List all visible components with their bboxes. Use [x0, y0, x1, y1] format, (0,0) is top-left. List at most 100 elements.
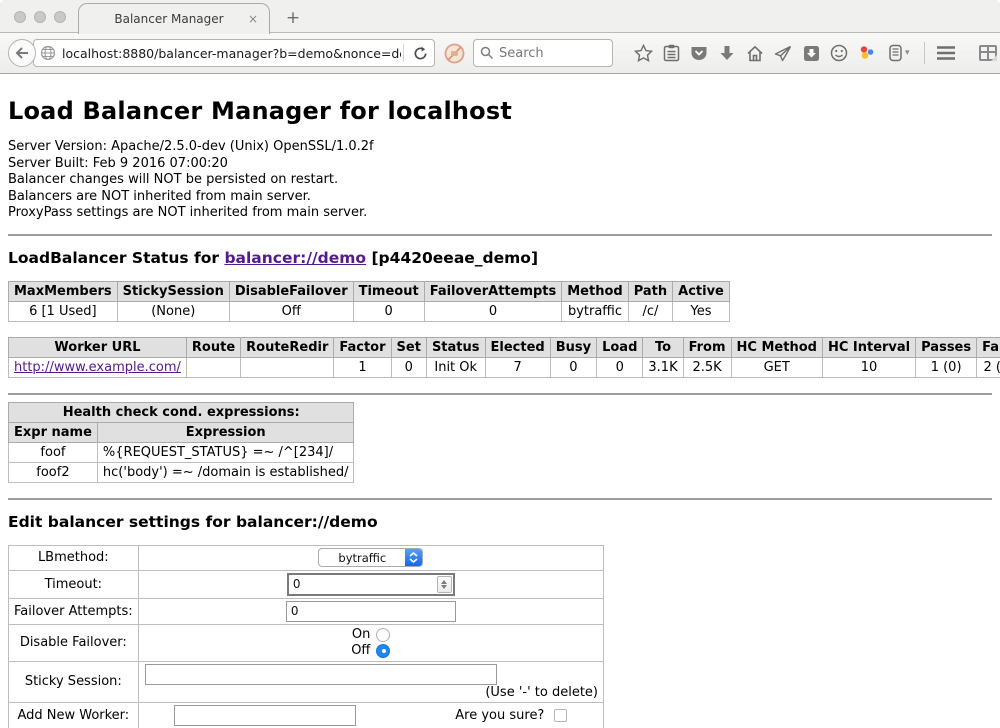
- balancer-status-table: MaxMembers StickySession DisableFailover…: [8, 281, 730, 322]
- send-plane-icon[interactable]: [769, 39, 797, 67]
- tab-title: Balancer Manager: [79, 12, 245, 26]
- table-row: foof %{REQUEST_STATUS} =~ /^[234]/: [9, 442, 354, 462]
- pocket-icon[interactable]: [685, 39, 713, 67]
- disable-failover-off-radio[interactable]: [376, 644, 390, 658]
- cell-set: 0: [391, 357, 426, 377]
- chevron-down-icon[interactable]: ▾: [905, 48, 917, 58]
- tab-groups-icon[interactable]: [974, 39, 1000, 67]
- cell-method: bytraffic: [562, 301, 628, 321]
- bookmark-star-icon[interactable]: [629, 39, 657, 67]
- col-status: Status: [426, 337, 485, 357]
- window-controls[interactable]: [14, 11, 66, 23]
- minimize-window-button[interactable]: [34, 11, 46, 23]
- table-row: 6 [1 Used] (None) Off 0 0 bytraffic /c/ …: [9, 301, 730, 321]
- col-expression: Expression: [97, 422, 354, 442]
- confirm-label: Are you sure?: [455, 708, 544, 723]
- back-button[interactable]: [8, 39, 36, 67]
- cell-from: 2.5K: [683, 357, 731, 377]
- lbmethod-label: LBmethod:: [9, 545, 139, 570]
- cell-expr-name: foof: [9, 442, 98, 462]
- adblock-icon[interactable]: [443, 42, 465, 64]
- navigation-toolbar: localhost:8880/balancer-manager?b=demo&n…: [0, 33, 1000, 74]
- table-title-row: Health check cond. expressions:: [9, 402, 354, 422]
- url-bar[interactable]: localhost:8880/balancer-manager?b=demo&n…: [33, 39, 435, 67]
- col-failoverattempts: FailoverAttempts: [424, 281, 562, 301]
- col-busy: Busy: [550, 337, 596, 357]
- lbmethod-select[interactable]: bytraffic: [318, 548, 423, 567]
- failover-attempts-input[interactable]: [286, 601, 456, 622]
- failover-attempts-label: Failover Attempts:: [9, 598, 139, 624]
- color-dots-extension-icon[interactable]: [853, 39, 881, 67]
- col-active: Active: [673, 281, 730, 301]
- cell-elected: 7: [485, 357, 550, 377]
- radio-on-label: On: [352, 627, 370, 643]
- col-elected: Elected: [485, 337, 550, 357]
- col-maxmembers: MaxMembers: [9, 281, 118, 301]
- cell-timeout: 0: [353, 301, 424, 321]
- search-bar[interactable]: [473, 39, 613, 67]
- zoom-window-button[interactable]: [54, 11, 66, 23]
- home-icon[interactable]: [741, 39, 769, 67]
- col-hc-interval: HC Interval: [822, 337, 915, 357]
- cell-hc-interval: 10: [822, 357, 915, 377]
- new-tab-button[interactable]: +: [282, 8, 304, 28]
- site-identity-globe-icon[interactable]: [40, 45, 56, 61]
- search-icon: [480, 46, 494, 60]
- add-worker-input[interactable]: [174, 705, 356, 726]
- table-row: http://www.example.com/ 1 0 Init Ok 7 0 …: [9, 357, 1000, 377]
- cell-routeredir: [241, 357, 334, 377]
- worker-url-link[interactable]: http://www.example.com/: [14, 360, 181, 375]
- inherit-notice-line: Balancers are NOT inherited from main se…: [8, 189, 992, 206]
- close-tab-icon[interactable]: ×: [245, 11, 261, 27]
- reload-button[interactable]: [406, 40, 434, 66]
- confirm-checkbox[interactable]: [554, 709, 567, 722]
- form-row-sticky: Sticky Session: (Use '-' to delete): [9, 661, 604, 702]
- cell-failoverattempts: 0: [424, 301, 562, 321]
- cell-stickysession: (None): [117, 301, 229, 321]
- col-timeout: Timeout: [353, 281, 424, 301]
- download-panel-icon[interactable]: [797, 39, 825, 67]
- section-divider: [8, 393, 992, 395]
- url-text[interactable]: localhost:8880/balancer-manager?b=demo&n…: [62, 46, 401, 61]
- browser-window: Balancer Manager × + localhost:8880/bala…: [0, 0, 1000, 728]
- number-spinner-icon[interactable]: [437, 576, 452, 593]
- tab-balancer-manager[interactable]: Balancer Manager ×: [78, 3, 270, 34]
- form-row-disable-failover: Disable Failover: On Off: [9, 624, 604, 661]
- cell-route: [186, 357, 240, 377]
- sticky-session-input[interactable]: [145, 664, 497, 685]
- cell-hc-method: GET: [731, 357, 822, 377]
- add-worker-label: Add New Worker:: [9, 702, 139, 728]
- form-row-lbmethod: LBmethod: bytraffic: [9, 545, 604, 570]
- server-info: Server Version: Apache/2.5.0-dev (Unix) …: [8, 139, 992, 222]
- disable-failover-label: Disable Failover:: [9, 624, 139, 661]
- col-disablefailover: DisableFailover: [229, 281, 353, 301]
- health-table-title: Health check cond. expressions:: [9, 402, 354, 422]
- table-header-row: MaxMembers StickySession DisableFailover…: [9, 281, 730, 301]
- cell-path: /c/: [628, 301, 672, 321]
- close-window-button[interactable]: [14, 11, 26, 23]
- table-header-row: Worker URL Route RouteRedir Factor Set S…: [9, 337, 1000, 357]
- tab-bar: Balancer Manager × +: [0, 0, 1000, 33]
- proxypass-notice-line: ProxyPass settings are NOT inherited fro…: [8, 205, 992, 222]
- toolbar-divider: [924, 42, 925, 64]
- downloads-icon[interactable]: [713, 39, 741, 67]
- disable-failover-on-radio[interactable]: [376, 628, 390, 642]
- col-to: To: [643, 337, 683, 357]
- feedback-smiley-icon[interactable]: [825, 39, 853, 67]
- col-from: From: [683, 337, 731, 357]
- edit-balancer-form: LBmethod: bytraffic Timeout:: [8, 545, 604, 728]
- search-input[interactable]: [499, 46, 599, 61]
- form-row-add-worker: Add New Worker: Are you sure?: [9, 702, 604, 728]
- radio-off-label: Off: [351, 643, 370, 659]
- cell-expression: %{REQUEST_STATUS} =~ /^[234]/: [97, 442, 354, 462]
- bookmarks-clipboard-icon[interactable]: [657, 39, 685, 67]
- balancer-demo-link[interactable]: balancer://demo: [224, 249, 366, 267]
- timeout-input[interactable]: [287, 573, 455, 596]
- form-row-timeout: Timeout:: [9, 570, 604, 598]
- worker-status-table: Worker URL Route RouteRedir Factor Set S…: [8, 337, 1000, 378]
- page-content: Load Balancer Manager for localhost Serv…: [0, 74, 1000, 728]
- persist-notice-line: Balancer changes will NOT be persisted o…: [8, 172, 992, 189]
- cell-fails: 2 (0): [977, 357, 1000, 377]
- cell-to: 3.1K: [643, 357, 683, 377]
- hamburger-menu-icon[interactable]: [932, 39, 960, 67]
